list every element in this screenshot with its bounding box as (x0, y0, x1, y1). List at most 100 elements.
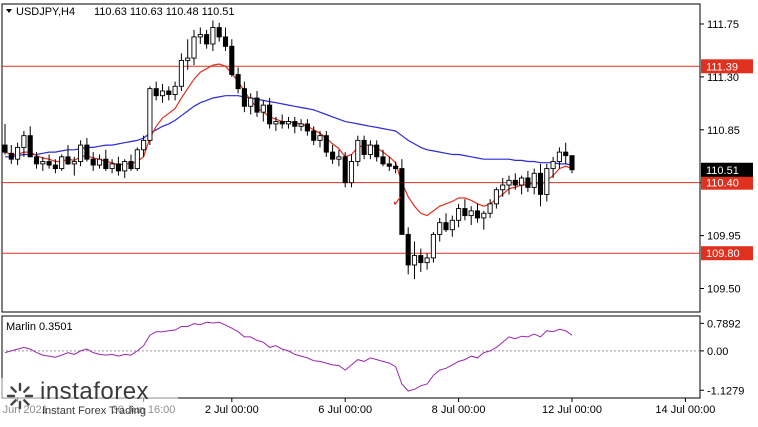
watermark: instaforex Instant Forex Trading (0, 378, 178, 422)
current-price-label: 110.51 (706, 165, 739, 177)
chart-header: USDJPY,H4 110.63 110.63 110.48 110.51 (6, 6, 234, 18)
candle (355, 135, 361, 167)
candle-body (147, 88, 153, 141)
chart-root: 111.75 111.30 110.85 110.40 109.95 109.50 111.… (0, 0, 758, 422)
candle-body (84, 144, 90, 160)
level-label: 111.39 (706, 61, 738, 73)
chart-title: USDJPY,H4 (16, 6, 75, 18)
candle-body (292, 121, 298, 127)
time-axis-label: 8 Jul 00:00 (432, 404, 486, 416)
candle-body (323, 135, 329, 153)
candle-body (109, 163, 115, 170)
candle-body (222, 36, 229, 47)
candle-body (254, 97, 260, 113)
candle-body (386, 163, 392, 167)
candle-body (298, 123, 304, 127)
candle-body (128, 161, 134, 170)
candle-body (474, 210, 481, 219)
time-axis-label: 14 Jul 00:00 (655, 404, 715, 416)
candle-body (537, 172, 544, 195)
candle-body (449, 219, 455, 231)
candle-body (500, 184, 506, 191)
candle-body (204, 34, 210, 45)
candle-body (235, 74, 241, 90)
candle-body (304, 123, 310, 132)
candle-body (342, 156, 348, 184)
candle-body (462, 208, 468, 217)
instaforex-logo-icon (6, 382, 34, 410)
candle-body (418, 255, 424, 264)
ohlc-header: 110.63 110.63 110.48 110.51 (94, 6, 234, 18)
candle-body (493, 189, 499, 205)
candle-body (468, 210, 474, 217)
candle-body (46, 161, 52, 166)
candle-body (96, 158, 103, 166)
candle-body (348, 161, 355, 184)
price-axis-label: 110.85 (707, 125, 740, 137)
candle-body (141, 139, 147, 151)
candle-body (563, 151, 569, 157)
candle-body (411, 255, 418, 266)
candle-body (153, 88, 159, 97)
candle (342, 152, 348, 188)
level-label: 110.40 (706, 178, 739, 190)
candle-body (437, 222, 443, 235)
candle-body (569, 155, 575, 171)
candle-body (122, 161, 128, 172)
candle-body (216, 27, 222, 38)
candle-body (374, 144, 380, 158)
price-axis-label: 109.50 (707, 283, 741, 295)
candle-body (15, 146, 21, 160)
candle-body (191, 36, 197, 59)
candle-body (273, 121, 279, 125)
candle-body (103, 158, 109, 170)
price-axis-label: 111.75 (707, 19, 739, 31)
candle-body (393, 165, 399, 170)
candle-body (336, 156, 342, 160)
time-axis-label: 6 Jul 00:00 (318, 404, 372, 416)
candle-body (185, 57, 191, 61)
candle-body (229, 45, 235, 75)
candle-body (65, 156, 71, 165)
candle-body (279, 121, 285, 125)
price-axis-label: 111.30 (707, 72, 739, 84)
candle (430, 232, 436, 263)
candle-body (2, 144, 8, 153)
chart-svg: 111.75 111.30 110.85 110.40 109.95 109.50 111.… (0, 3, 753, 416)
candle-body (52, 164, 58, 170)
candle-body (367, 144, 373, 155)
candle-body (134, 149, 140, 170)
time-axis-label: 12 Jul 00:00 (542, 404, 602, 416)
candle-body (21, 135, 27, 148)
candle-body (405, 233, 411, 266)
candle-body (27, 135, 33, 158)
candle-body (210, 27, 216, 45)
candle-body (487, 203, 493, 214)
candle-body (481, 212, 487, 219)
candle-body (71, 161, 77, 165)
candle (134, 147, 140, 171)
candle-body (430, 233, 436, 259)
candle-body (115, 163, 121, 172)
candle-body (525, 177, 531, 188)
candle (59, 154, 65, 171)
candle-body (172, 85, 178, 95)
indicator-axis-label: -1.1279 (707, 385, 744, 397)
candle-body (512, 179, 518, 186)
candle-body (166, 90, 172, 95)
candle (147, 86, 153, 146)
candle-body (544, 168, 550, 195)
candle-body (8, 152, 14, 160)
candle-body (317, 135, 323, 141)
candle-body (33, 156, 40, 165)
annotation-checkmark: ✓ (392, 193, 404, 209)
candle-body (361, 139, 367, 155)
main-panel: 111.75 111.30 110.85 110.40 109.95 109.50 111.… (1, 3, 753, 313)
candle-body (355, 139, 361, 162)
candle-body (556, 151, 562, 162)
candle-body (178, 59, 184, 87)
candle-body (241, 88, 247, 107)
indicator-axis-label: 0.00 (707, 346, 728, 358)
candle-body (443, 222, 449, 231)
candle-body (159, 90, 166, 97)
